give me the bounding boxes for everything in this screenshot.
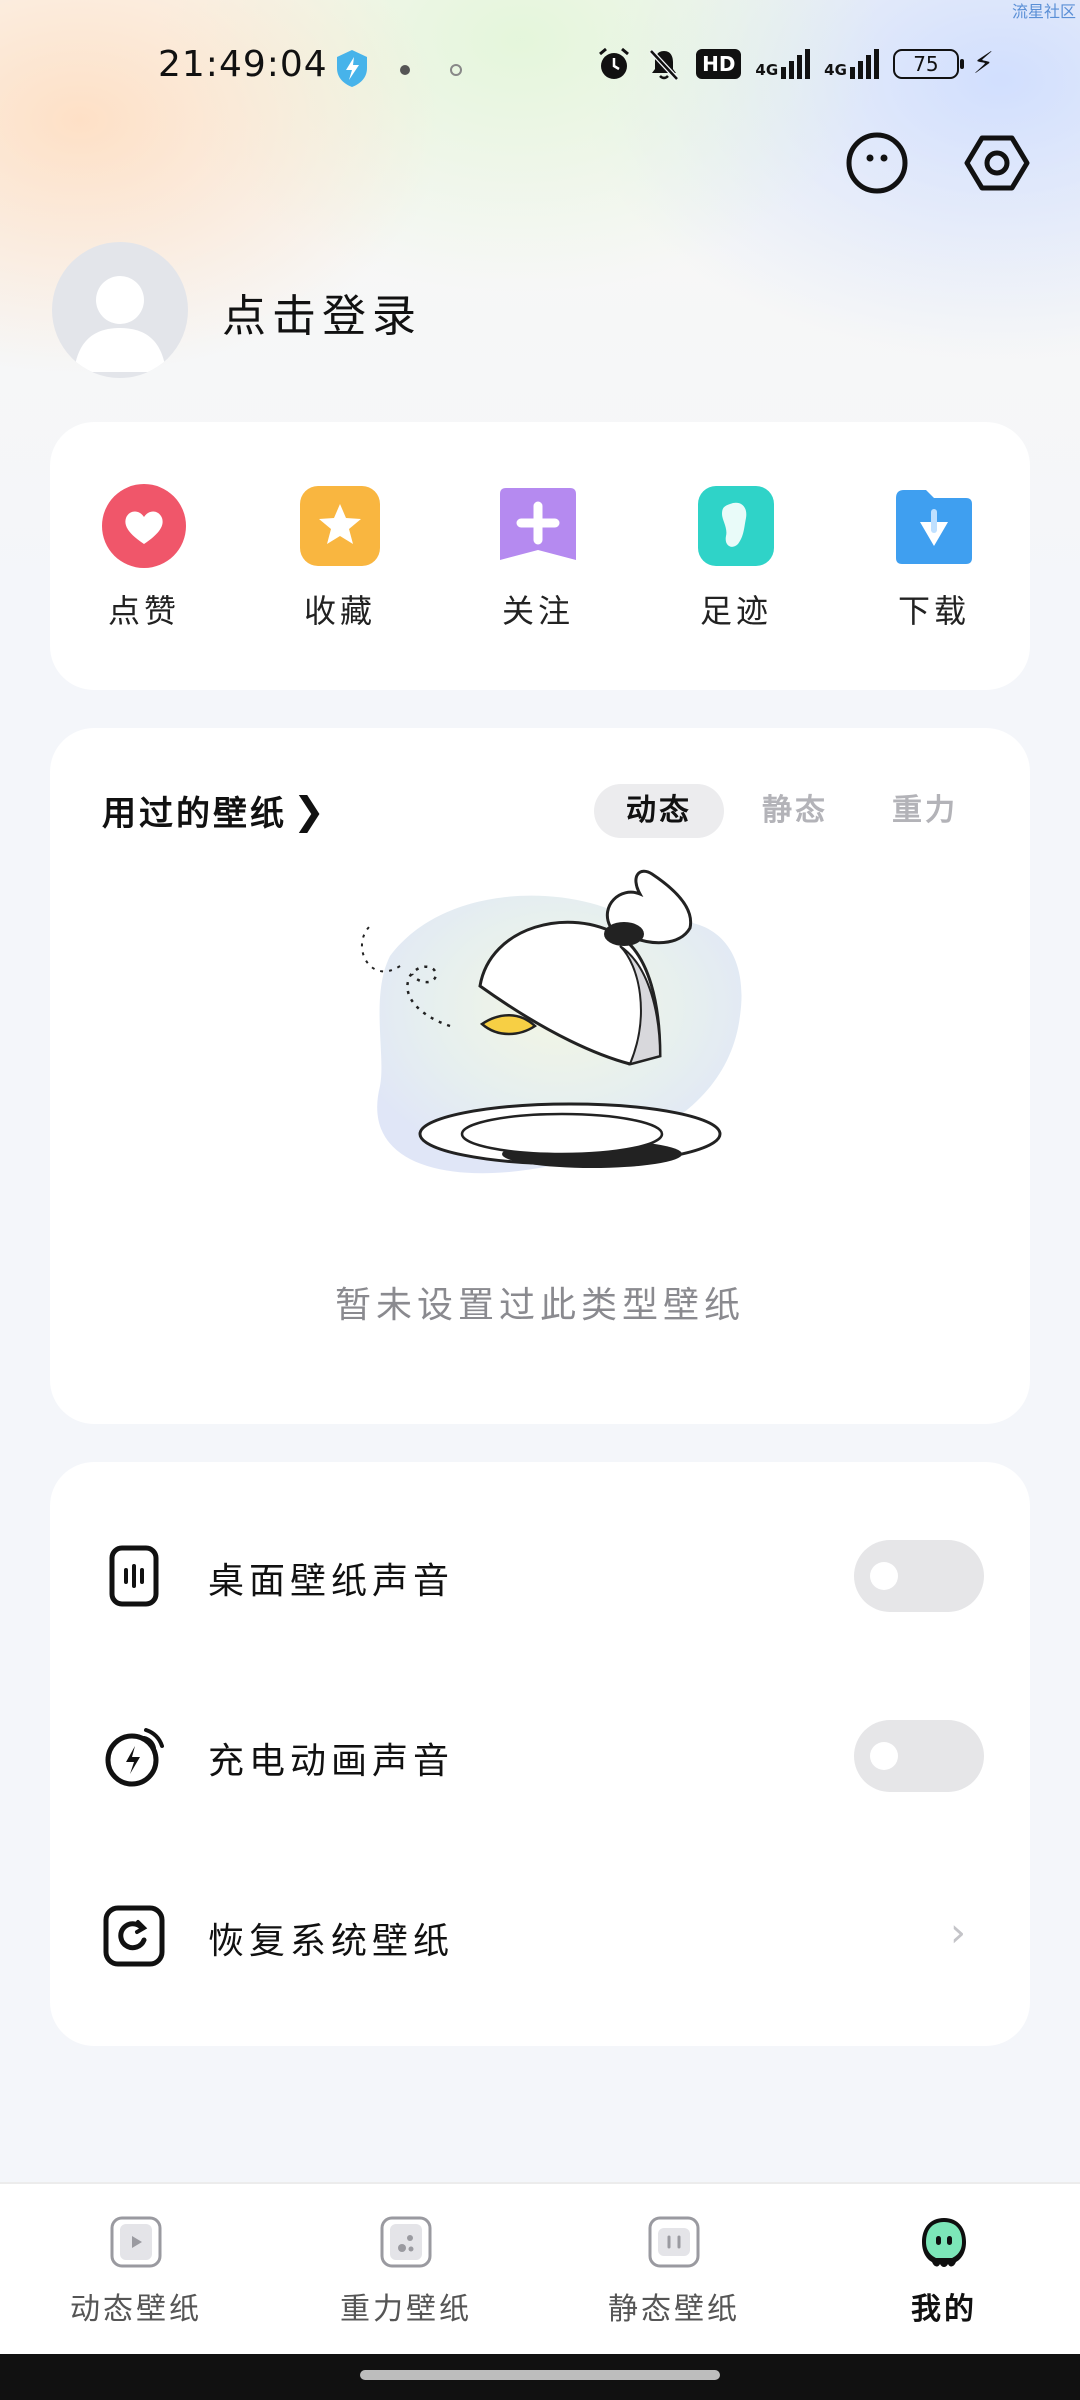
notification-dot-icon [400, 65, 410, 75]
setting-label: 充电动画声音 [208, 1741, 455, 1782]
download-icon [896, 490, 972, 564]
empty-cloche-illustration [360, 869, 742, 1174]
quick-footprint[interactable]: 足迹 [676, 484, 796, 632]
desktop-sound-toggle[interactable] [854, 1540, 984, 1612]
history-title-link[interactable]: 用过的壁纸 ❯ [102, 786, 328, 835]
setting-restore-wallpaper[interactable]: 恢复系统壁纸 › [50, 1874, 1030, 1994]
setting-label: 桌面壁纸声音 [208, 1561, 455, 1602]
battery-level: 75 [913, 52, 939, 76]
sound-wave-icon [109, 1545, 159, 1607]
quick-follow[interactable]: 关注 [478, 484, 598, 632]
smile-icon[interactable] [842, 128, 912, 198]
history-title: 用过的壁纸 [102, 794, 287, 834]
login-link[interactable]: 点击登录 [222, 280, 422, 344]
play-icon [110, 2216, 162, 2268]
charging-sound-icon [105, 1728, 164, 1787]
watermark-text: 流星社区 [1011, 2, 1076, 21]
quick-collect[interactable]: 收藏 [280, 484, 400, 632]
setting-label: 恢复系统壁纸 [208, 1921, 455, 1962]
mute-bell-icon [649, 49, 679, 81]
chevron-right-icon: › [950, 1910, 966, 1956]
nav-mine[interactable]: 我的 [844, 2214, 1044, 2328]
default-avatar-icon [74, 276, 166, 372]
status-time: 21:49:04 [158, 44, 328, 85]
setting-charging-sound: 充电动画声音 [50, 1694, 1030, 1814]
settings-icon[interactable] [962, 128, 1032, 198]
static-wallpaper-icon [648, 2216, 700, 2268]
nav-dynamic-wallpaper[interactable]: 动态壁纸 [36, 2214, 236, 2328]
ghost-icon [922, 2218, 966, 2267]
toggle-knob [870, 1562, 898, 1590]
status-indicators: HD 4G 4G 75 ⚡ [596, 46, 994, 82]
restore-icon [103, 1905, 165, 1967]
empty-state-text: 暂未设置过此类型壁纸 [334, 1285, 745, 1326]
alarm-icon [599, 47, 630, 79]
nav-static-wallpaper[interactable]: 静态壁纸 [574, 2214, 774, 2328]
star-icon [300, 486, 380, 566]
setting-desktop-sound: 桌面壁纸声音 [50, 1514, 1030, 1634]
signal-2-icon: 4G [824, 49, 879, 79]
settings-card: 桌面壁纸声音 充电动画声音 恢复系统壁纸 › [50, 1462, 1030, 2046]
tab-static[interactable]: 静态 [730, 784, 860, 838]
gravity-icon [380, 2216, 432, 2268]
nav-gravity-wallpaper[interactable]: 重力壁纸 [306, 2214, 506, 2328]
hd-badge: HD [696, 49, 742, 79]
shield-icon [337, 50, 367, 87]
signal-1-icon: 4G [755, 49, 811, 79]
notification-ring-icon [450, 64, 462, 76]
quick-download[interactable]: 下载 [874, 484, 994, 632]
charging-sound-toggle[interactable] [854, 1720, 984, 1792]
charging-icon: ⚡ [972, 46, 994, 81]
bottom-navigation: 动态壁纸 重力壁纸 静态壁纸 我的 [0, 2182, 1080, 2354]
toggle-knob [870, 1742, 898, 1770]
avatar[interactable] [52, 242, 188, 378]
wallpaper-history-card: 用过的壁纸 ❯ 动态 静态 重力 暂未设置过此类型壁纸 [50, 728, 1030, 1424]
battery-icon: 75 [892, 49, 964, 79]
plus-icon [500, 488, 576, 560]
tab-dynamic[interactable]: 动态 [594, 784, 724, 838]
quick-actions-card: 点赞 收藏 关注 足迹 下载 [50, 422, 1030, 690]
footprint-icon [698, 486, 774, 566]
heart-icon [102, 484, 186, 568]
home-gesture-bar[interactable] [360, 2370, 720, 2380]
chevron-right-icon: ❯ [293, 788, 328, 833]
quick-like[interactable]: 点赞 [84, 484, 204, 632]
status-bar: 21:49:04 HD 4G 4G 75 ⚡ [0, 40, 1080, 100]
tab-gravity[interactable]: 重力 [860, 784, 990, 838]
